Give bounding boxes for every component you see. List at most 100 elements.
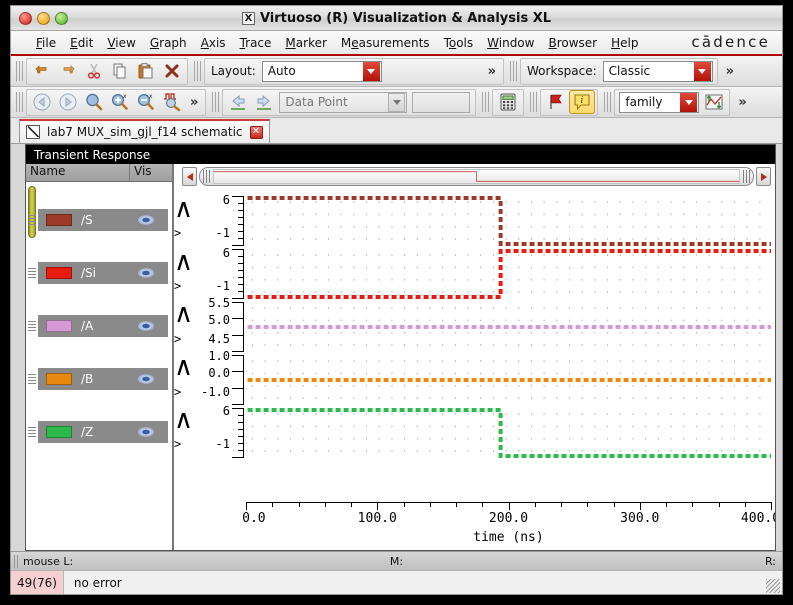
- workspace-overflow-button[interactable]: »: [721, 64, 739, 79]
- waveform-panel-s[interactable]: [232, 196, 771, 246]
- waveform-panel-si[interactable]: [232, 249, 771, 299]
- layout-toolbar-grip[interactable]: [194, 61, 201, 81]
- chevron-down-icon[interactable]: [388, 92, 406, 112]
- chevron-down-icon[interactable]: [362, 61, 380, 81]
- tab-strip: lab7 MUX_sim_gjl_f14 schematic ✕: [11, 118, 782, 144]
- annot-toolbar-grip[interactable]: [530, 92, 538, 112]
- workspace-toolbar-section: Workspace: Classic: [520, 57, 718, 85]
- zoom-toolbar-grip[interactable]: [16, 92, 23, 112]
- trace-si: [246, 249, 771, 299]
- layout-toolbar-section: Layout: Auto »: [204, 57, 504, 85]
- menu-window[interactable]: Window: [480, 34, 541, 52]
- expander-icon[interactable]: [28, 268, 36, 278]
- signal-row-b[interactable]: /B: [28, 368, 168, 390]
- chevron-down-icon[interactable]: [693, 61, 711, 81]
- zoom-digital-icon[interactable]: [159, 90, 185, 114]
- menu-trace[interactable]: Trace: [233, 34, 279, 52]
- menu-measurements[interactable]: Measurements: [334, 34, 437, 52]
- zoom-fit-icon[interactable]: [81, 90, 107, 114]
- mouse-middle-status: M:: [389, 554, 404, 568]
- y-axis-brace: ∧: [174, 405, 194, 435]
- waveform-panel-a[interactable]: [232, 302, 771, 352]
- family-overflow-button[interactable]: »: [733, 95, 751, 110]
- calc-toolbar-grip[interactable]: [482, 92, 490, 112]
- cut-icon[interactable]: [81, 59, 107, 83]
- signal-name: /S: [81, 213, 93, 227]
- menu-tools[interactable]: Tools: [437, 34, 481, 52]
- marker-value-input[interactable]: [412, 91, 471, 113]
- workspace-select[interactable]: Classic: [602, 60, 713, 82]
- family-select[interactable]: family: [619, 91, 700, 113]
- expander-icon[interactable]: [28, 215, 36, 225]
- y-axis-brace: ∧: [174, 299, 194, 329]
- marker-next-icon[interactable]: [251, 90, 277, 114]
- calculator-icon[interactable]: [495, 90, 521, 114]
- color-swatch: [46, 426, 72, 438]
- undo-icon[interactable]: [29, 59, 55, 83]
- menu-help[interactable]: Help: [604, 34, 645, 52]
- redo-icon[interactable]: [55, 59, 81, 83]
- menu-browser[interactable]: Browser: [541, 34, 604, 52]
- menu-axis[interactable]: Axis: [194, 34, 233, 52]
- marker-toolbar-grip[interactable]: [212, 92, 220, 112]
- selection-indicator[interactable]: [28, 186, 36, 238]
- visibility-eye-icon[interactable]: [136, 320, 156, 332]
- visibility-eye-icon[interactable]: [136, 373, 156, 385]
- pan-right-icon[interactable]: [55, 90, 81, 114]
- marker-prev-icon[interactable]: [225, 90, 251, 114]
- y-tick-label: -1.0: [201, 385, 230, 399]
- visibility-eye-icon[interactable]: [136, 267, 156, 279]
- y-axis-labels: ∧ 6 -1 > ∧ 6 -1 > ∧ 5.5 5.0 4.5 > ∧ 1.0 …: [174, 164, 232, 550]
- waveform-panel-z[interactable]: [232, 408, 771, 458]
- annotation-icon[interactable]: i: [569, 90, 596, 114]
- signal-row-a[interactable]: /A: [28, 315, 168, 337]
- visibility-eye-icon[interactable]: [136, 214, 156, 226]
- mouse-right-status: R:: [764, 554, 776, 568]
- visibility-eye-icon[interactable]: [136, 426, 156, 438]
- edit-toolbar-section: [26, 57, 188, 85]
- svg-text:x: x: [149, 93, 153, 100]
- delete-icon[interactable]: [159, 59, 185, 83]
- resize-grip[interactable]: [766, 579, 780, 593]
- signal-row-si[interactable]: /Si: [28, 262, 168, 284]
- marker-mode-select[interactable]: Data Point: [279, 91, 408, 113]
- statusbar-grip[interactable]: [14, 554, 20, 568]
- expander-icon[interactable]: [28, 427, 36, 437]
- application-window: X Virtuoso (R) Visualization & Analysis …: [10, 5, 783, 595]
- waveform-panel-b[interactable]: [232, 355, 771, 405]
- trace-toggle-icon[interactable]: [701, 90, 727, 114]
- family-toolbar-grip[interactable]: [604, 92, 612, 112]
- flag-icon[interactable]: [543, 90, 569, 114]
- trace-z: [246, 408, 771, 458]
- message-count[interactable]: 49(76): [11, 571, 64, 594]
- y-tick-label: 5.5: [208, 296, 230, 310]
- expander-icon[interactable]: [28, 374, 36, 384]
- pan-left-icon[interactable]: [29, 90, 55, 114]
- cadence-logo: cādence: [691, 33, 770, 51]
- tab-label: lab7 MUX_sim_gjl_f14 schematic: [47, 125, 243, 139]
- signal-row-s[interactable]: /S: [28, 209, 168, 231]
- zoom-out-icon[interactable]: x: [133, 90, 159, 114]
- menu-edit[interactable]: Edit: [63, 34, 100, 52]
- close-icon[interactable]: ✕: [249, 125, 263, 139]
- chevron-down-icon[interactable]: [680, 92, 698, 112]
- tab-schematic[interactable]: lab7 MUX_sim_gjl_f14 schematic ✕: [19, 119, 270, 143]
- toolbar-grip[interactable]: [16, 61, 23, 81]
- copy-icon[interactable]: [107, 59, 133, 83]
- menu-file[interactable]: FFileile: [29, 34, 63, 52]
- menu-graph[interactable]: Graph: [143, 34, 194, 52]
- workspace-toolbar-grip[interactable]: [510, 61, 517, 81]
- zoom-overflow-button[interactable]: »: [185, 95, 203, 110]
- expander-icon[interactable]: [28, 321, 36, 331]
- menu-view[interactable]: View: [100, 34, 142, 52]
- paste-icon[interactable]: [133, 59, 159, 83]
- column-header-name: Name: [26, 164, 130, 181]
- plot-body: Name Vis /S /Si /A /B /Z ∧ 6 -1 > ∧ 6 -1…: [26, 164, 775, 550]
- layout-select[interactable]: Auto: [261, 60, 382, 82]
- layout-overflow-button[interactable]: »: [483, 64, 501, 79]
- signal-row-z[interactable]: /Z: [28, 421, 168, 443]
- signal-rows: /S /Si /A /B /Z: [26, 182, 172, 550]
- menu-marker[interactable]: Marker: [278, 34, 333, 52]
- zoom-in-icon[interactable]: x: [107, 90, 133, 114]
- y-tick-label: 5.0: [208, 313, 230, 327]
